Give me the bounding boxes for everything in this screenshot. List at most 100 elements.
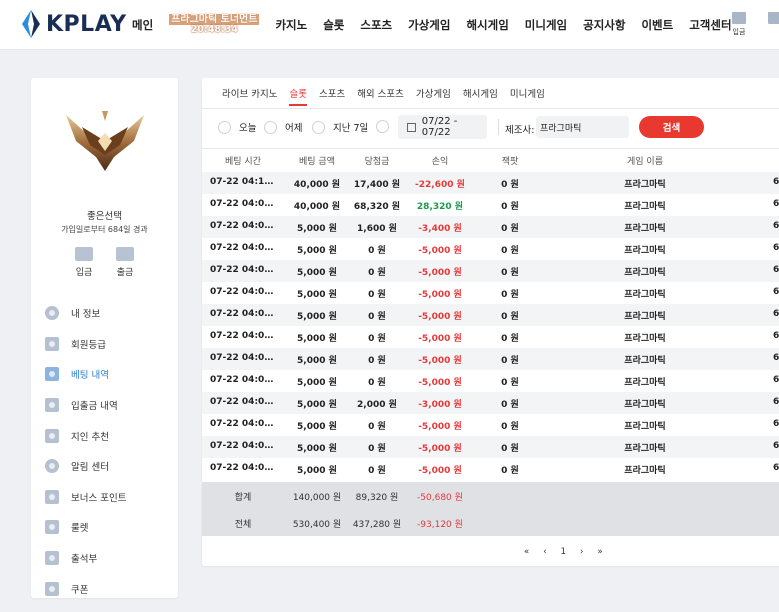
table-row[interactable]: 07-22 04:08:… 5,000 원 0 원 -5,000 원 0 원 프라그마틱 6 (202, 304, 779, 326)
cell-profit: -22,600 원 (415, 180, 465, 190)
menu-referral[interactable]: 지인 추천 (45, 420, 175, 451)
nav-main[interactable]: 메인 (132, 17, 153, 33)
cell-extra: 6 (773, 221, 779, 231)
subtotal-label: 합계 (234, 493, 252, 503)
subtotal-profit: -50,680 원 (417, 493, 463, 503)
radio-yesterday[interactable]: 어제 (264, 120, 302, 134)
cell-bet-amount: 40,000 원 (293, 202, 341, 212)
cell-profit: -5,000 원 (418, 378, 462, 388)
table-row[interactable]: 07-22 04:08:… 5,000 원 0 원 -5,000 원 0 원 프라그마틱 6 (202, 370, 779, 392)
table-row[interactable]: 07-22 04:09:… 5,000 원 0 원 -5,000 원 0 원 프라그마틱 6 (202, 238, 779, 260)
search-button[interactable]: 검색 (639, 116, 704, 138)
table-row[interactable]: 07-22 04:08:… 5,000 원 0 원 -5,000 원 0 원 프라그마틱 6 (202, 282, 779, 304)
cell-jackpot: 0 원 (501, 180, 519, 190)
nav-event[interactable]: 이벤트 (641, 17, 673, 33)
cell-bet-amount: 5,000 원 (297, 466, 337, 476)
tab-mini[interactable]: 미니게임 (510, 86, 545, 106)
menu-transactions[interactable]: 입출금 내역 (45, 390, 175, 421)
nav-slot[interactable]: 슬롯 (323, 17, 344, 33)
menu-notifications[interactable]: 알림 센터 (45, 451, 175, 482)
cell-win: 0 원 (368, 378, 386, 388)
header-withdraw-button[interactable] (768, 12, 779, 24)
table-row[interactable]: 07-22 04:09:… 5,000 원 1,600 원 -3,400 원 0 원 프라… (202, 216, 779, 238)
filter-bar: 오늘 어제 지난 7일 07/22 - 07/22 제조사: 검색 (202, 114, 779, 142)
last-page-button[interactable]: » (597, 547, 602, 557)
nav-support[interactable]: 고객센터 (689, 17, 731, 33)
next-page-button[interactable]: › (580, 547, 583, 557)
col-win: 당첨금 (364, 157, 390, 167)
cell-game-name: 프라그마틱 (624, 180, 666, 190)
header-deposit-button[interactable]: 입금 (732, 12, 746, 37)
nav-virtual[interactable]: 가상게임 (408, 17, 450, 33)
logo[interactable]: KPLAY (20, 8, 127, 40)
cell-bet-time: 07-22 04:08:… (210, 309, 276, 319)
table-row[interactable]: 07-22 04:08:… 5,000 원 0 원 -5,000 원 0 원 프라그마틱 6 (202, 458, 779, 480)
radio-custom[interactable] (376, 120, 397, 133)
top-header: KPLAY 메인 프라그마틱 토너먼트 20:48:34 카지노 슬롯 스포츠 … (0, 0, 779, 50)
col-profit: 손익 (431, 157, 449, 167)
subtotal-row: 합계 140,000 원 89,320 원 -50,680 원 (202, 482, 779, 509)
cell-extra: 6 (773, 419, 779, 429)
cell-jackpot: 0 원 (501, 466, 519, 476)
cell-game-name: 프라그마틱 (624, 312, 666, 322)
maker-input[interactable] (536, 116, 629, 138)
nav-sports[interactable]: 스포츠 (360, 17, 392, 33)
menu-roulette[interactable]: 룰렛 (45, 512, 175, 543)
date-range-picker[interactable]: 07/22 - 07/22 (398, 115, 487, 139)
radio-last7[interactable]: 지난 7일 (312, 120, 368, 134)
table-row[interactable]: 07-22 04:11:… 40,000 원 17,400 원 -22,600 원 0 … (202, 172, 779, 194)
table-row[interactable]: 07-22 04:08:… 5,000 원 0 원 -5,000 원 0 원 프라그마틱 6 (202, 436, 779, 458)
page-number[interactable]: 1 (561, 547, 566, 557)
cell-bet-amount: 5,000 원 (297, 356, 337, 366)
menu-bonus[interactable]: 보너스 포인트 (45, 482, 175, 513)
tab-hash[interactable]: 해시게임 (463, 86, 498, 106)
menu-bet-history[interactable]: 베팅 내역 (45, 359, 175, 390)
menu-grade[interactable]: 회원등급 (45, 329, 175, 360)
nav-casino[interactable]: 카지노 (275, 17, 307, 33)
nav-mini[interactable]: 미니게임 (525, 17, 567, 33)
radio-today[interactable]: 오늘 (218, 120, 256, 134)
cell-win: 0 원 (368, 444, 386, 454)
tab-overseas-sports[interactable]: 해외 스포츠 (357, 86, 404, 106)
side-deposit-button[interactable]: 입금 (69, 247, 99, 278)
cell-bet-amount: 5,000 원 (297, 334, 337, 344)
table-row[interactable]: 07-22 04:08:… 5,000 원 0 원 -5,000 원 0 원 프라그마틱 6 (202, 414, 779, 436)
nav-notice[interactable]: 공지사항 (583, 17, 625, 33)
menu-my-info[interactable]: 내 정보 (45, 298, 175, 329)
cell-bet-amount: 5,000 원 (297, 290, 337, 300)
tab-slot[interactable]: 슬롯 (289, 86, 307, 106)
cell-game-name: 프라그마틱 (624, 422, 666, 432)
tab-live-casino[interactable]: 라이브 카지노 (222, 86, 277, 106)
cell-game-name: 프라그마틱 (624, 202, 666, 212)
bell-icon (45, 459, 59, 474)
table-row[interactable]: 07-22 04:09:… 40,000 원 68,320 원 28,320 원 0 원… (202, 194, 779, 216)
divider (202, 108, 779, 109)
first-page-button[interactable]: « (524, 547, 529, 557)
nav-tournament[interactable]: 프라그마틱 토너먼트 20:48:34 (169, 14, 260, 35)
subtotal-win: 89,320 원 (355, 493, 399, 503)
cell-bet-amount: 5,000 원 (297, 400, 337, 410)
menu-attendance[interactable]: 출석부 (45, 543, 175, 574)
cell-win: 1,600 원 (357, 224, 397, 234)
cell-win: 0 원 (368, 268, 386, 278)
menu-coupon[interactable]: 쿠폰 (45, 573, 175, 604)
prev-page-button[interactable]: ‹ (543, 547, 546, 557)
tab-virtual[interactable]: 가상게임 (416, 86, 451, 106)
cell-extra: 6 (773, 441, 779, 451)
cell-bet-amount: 5,000 원 (297, 268, 337, 278)
cell-win: 0 원 (368, 246, 386, 256)
side-withdraw-button[interactable]: 출금 (110, 247, 140, 278)
cell-bet-time: 07-22 04:08:… (210, 265, 276, 275)
table-header: 베팅 시간 베팅 금액 당첨금 손익 잭팟 게임 이름 (202, 148, 779, 172)
nav-hash[interactable]: 해시게임 (466, 17, 508, 33)
kplay-logo-icon (22, 10, 40, 38)
total-win: 437,280 원 (352, 520, 402, 530)
tab-sports[interactable]: 스포츠 (319, 86, 345, 106)
cell-game-name: 프라그마틱 (624, 224, 666, 234)
table-row[interactable]: 07-22 04:08:… 5,000 원 0 원 -5,000 원 0 원 프라그마틱 6 (202, 260, 779, 282)
table-row[interactable]: 07-22 04:08:… 5,000 원 0 원 -5,000 원 0 원 프라그마틱 6 (202, 326, 779, 348)
table-row[interactable]: 07-22 04:08:… 5,000 원 2,000 원 -3,000 원 0 원 프라… (202, 392, 779, 414)
table-row[interactable]: 07-22 04:08:… 5,000 원 0 원 -5,000 원 0 원 프라그마틱 6 (202, 348, 779, 370)
main-nav: 메인 프라그마틱 토너먼트 20:48:34 카지노 슬롯 스포츠 가상게임 해… (132, 0, 748, 50)
radio-circle (376, 120, 389, 133)
